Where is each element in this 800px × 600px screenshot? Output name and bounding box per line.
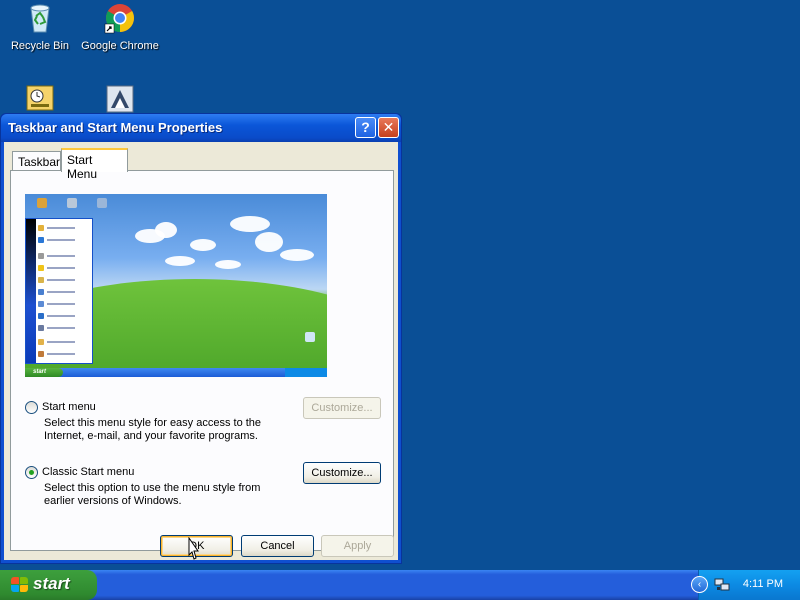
preview-recycle-bin-icon	[305, 332, 315, 342]
google-chrome-label: Google Chrome	[81, 40, 159, 52]
dialog-title-bar[interactable]: Taskbar and Start Menu Properties ? ✕	[1, 114, 401, 142]
apply-button[interactable]: Apply	[321, 535, 394, 557]
cancel-button[interactable]: Cancel	[241, 535, 314, 557]
classic-start-menu-description-line-2: earlier versions of Windows.	[44, 495, 182, 507]
start-menu-radio[interactable]	[25, 401, 38, 414]
start-menu-preview-image: start	[25, 194, 327, 377]
preview-desktop-icon	[97, 198, 107, 208]
close-button[interactable]: ✕	[378, 117, 399, 138]
taskbar: start ‹ 4:11 PM	[0, 570, 800, 600]
classic-start-menu-radio[interactable]	[25, 466, 38, 479]
help-icon: ?	[361, 119, 370, 135]
start-button[interactable]: start	[0, 570, 97, 600]
tab-start-menu[interactable]: Start Menu	[61, 148, 128, 181]
classic-start-menu-description-line-1: Select this option to use the menu style…	[44, 482, 261, 494]
windows-logo-icon	[11, 577, 29, 593]
preview-start-button: start	[25, 368, 63, 377]
network-icon[interactable]	[714, 577, 730, 596]
dialog-body: Taskbar Start Menu start Start menu Sele…	[4, 142, 398, 560]
start-menu-tab-panel: start Start menu Select this menu style …	[10, 170, 394, 551]
preview-start-menu	[25, 218, 93, 364]
desktop-icon-google-chrome[interactable]: Google Chrome	[80, 2, 160, 52]
tab-taskbar[interactable]: Taskbar	[12, 151, 61, 171]
clock[interactable]: 4:11 PM	[743, 578, 783, 590]
preview-taskbar	[25, 368, 327, 377]
desktop-icon-recycle-bin[interactable]: Recycle Bin	[0, 2, 80, 52]
preview-desktop-icon	[37, 198, 47, 208]
recycle-bin-icon	[23, 2, 57, 36]
preview-desktop-icon	[67, 198, 77, 208]
classic-start-menu-radio-label[interactable]: Classic Start menu	[42, 466, 134, 478]
recycle-bin-label: Recycle Bin	[10, 40, 70, 52]
help-button[interactable]: ?	[355, 117, 376, 138]
start-button-label: start	[33, 574, 70, 593]
system-tray: ‹ 4:11 PM	[691, 570, 800, 600]
mouse-cursor-icon	[186, 536, 200, 564]
classic-start-menu-customize-button[interactable]: Customize...	[303, 462, 381, 484]
chrome-icon	[103, 2, 137, 36]
dialog-title: Taskbar and Start Menu Properties	[8, 120, 223, 135]
close-icon: ✕	[382, 119, 395, 135]
start-menu-customize-button[interactable]: Customize...	[303, 397, 381, 419]
start-menu-description-line-2: Internet, e-mail, and your favorite prog…	[44, 430, 258, 442]
start-menu-description-line-1: Select this menu style for easy access t…	[44, 417, 262, 429]
start-menu-radio-label[interactable]: Start menu	[42, 401, 96, 413]
taskbar-start-menu-properties-dialog: Taskbar and Start Menu Properties ? ✕ Ta…	[0, 113, 402, 564]
show-hidden-icons-button[interactable]: ‹	[691, 576, 708, 593]
preview-tray	[285, 368, 327, 377]
